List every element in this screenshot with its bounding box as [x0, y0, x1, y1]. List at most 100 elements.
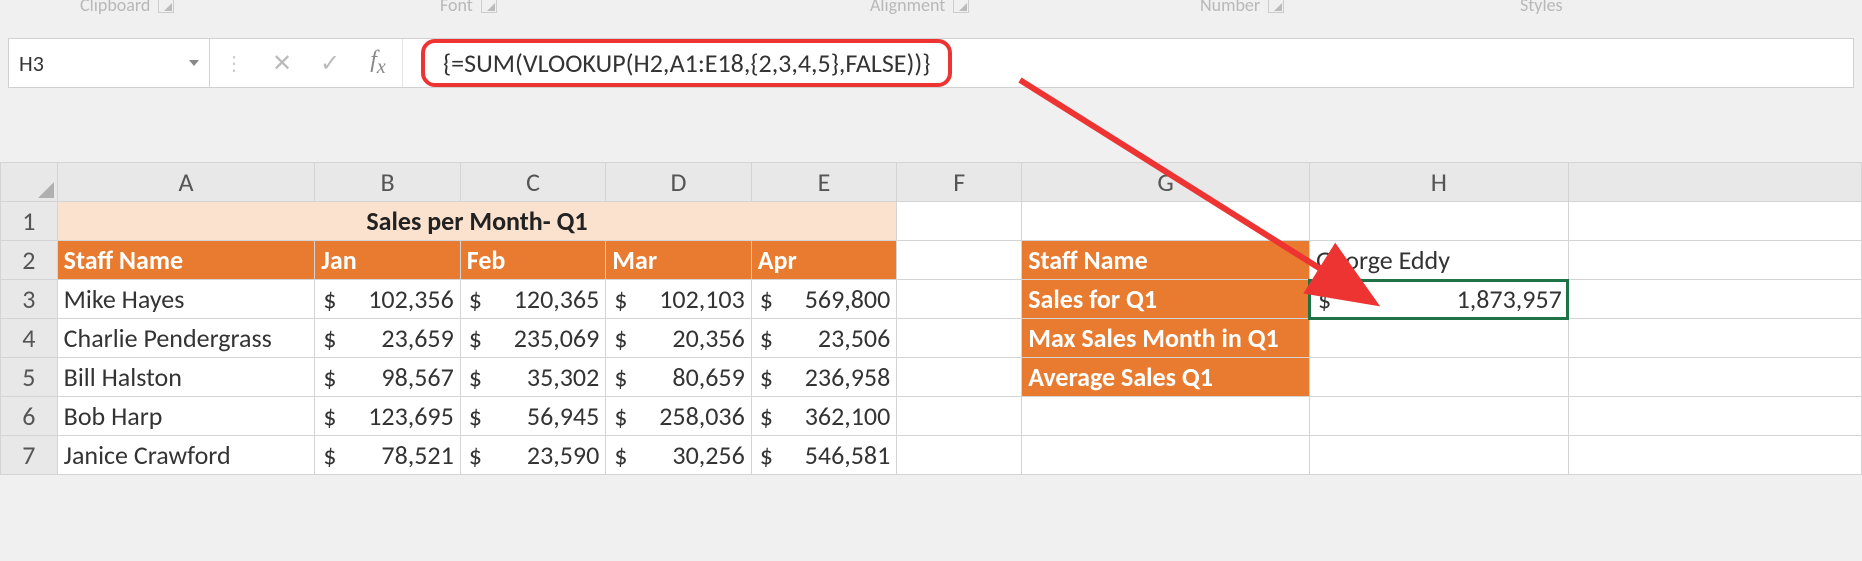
cell-b6[interactable]: $123,695	[315, 397, 461, 436]
cell-g7[interactable]	[1022, 436, 1310, 475]
row-header-3[interactable]: 3	[1, 280, 58, 319]
col-header-g[interactable]: G	[1022, 163, 1310, 202]
cell-e3[interactable]: $569,800	[751, 280, 897, 319]
cell-d4[interactable]: $20,356	[606, 319, 752, 358]
ribbon-group-labels: Clipboard Font Alignment Number Styles	[0, 0, 1862, 16]
col-header-h[interactable]: H	[1309, 163, 1568, 202]
column-header-row: A B C D E F G H	[1, 163, 1862, 202]
col-header-d[interactable]: D	[606, 163, 752, 202]
row-header-5[interactable]: 5	[1, 358, 58, 397]
cell-e7[interactable]: $546,581	[751, 436, 897, 475]
cell-f7[interactable]	[897, 436, 1022, 475]
col-header-c[interactable]: C	[460, 163, 606, 202]
cell-h2[interactable]: George Eddy	[1309, 241, 1568, 280]
cell-d6[interactable]: $258,036	[606, 397, 752, 436]
row-7: 7 Janice Crawford $78,521 $23,590 $30,25…	[1, 436, 1862, 475]
row-header-7[interactable]: 7	[1, 436, 58, 475]
cell-d3[interactable]: $102,103	[606, 280, 752, 319]
cell-i3[interactable]	[1568, 280, 1861, 319]
name-box-value: H3	[19, 50, 44, 77]
cell-i1[interactable]	[1568, 202, 1861, 241]
col-header-blank[interactable]	[1568, 163, 1861, 202]
row-header-4[interactable]: 4	[1, 319, 58, 358]
row-header-2[interactable]: 2	[1, 241, 58, 280]
cell-c5[interactable]: $35,302	[460, 358, 606, 397]
col-header-b[interactable]: B	[315, 163, 461, 202]
formula-bar: H3 ⋮ ✕ ✓ fx {=SUM(VLOOKUP(H2,A1:E18,{2,3…	[8, 38, 1854, 88]
select-all-corner[interactable]	[1, 163, 58, 202]
cell-a3[interactable]: Mike Hayes	[57, 280, 315, 319]
cell-h5[interactable]	[1309, 358, 1568, 397]
cell-e6[interactable]: $362,100	[751, 397, 897, 436]
right-header-sales-q1[interactable]: Sales for Q1	[1022, 280, 1310, 319]
cell-b5[interactable]: $98,567	[315, 358, 461, 397]
row-2: 2 Staff Name Jan Feb Mar Apr Staff Name …	[1, 241, 1862, 280]
right-header-max[interactable]: Max Sales Month in Q1	[1022, 319, 1310, 358]
col-header-f[interactable]: F	[897, 163, 1022, 202]
cancel-icon[interactable]: ✕	[258, 39, 306, 87]
col-header-e[interactable]: E	[751, 163, 897, 202]
row-header-1[interactable]: 1	[1, 202, 58, 241]
spreadsheet-grid[interactable]: A B C D E F G H 1 Sales per Month- Q1 2 …	[0, 162, 1862, 475]
cell-c7[interactable]: $23,590	[460, 436, 606, 475]
cell-a6[interactable]: Bob Harp	[57, 397, 315, 436]
header-jan[interactable]: Jan	[315, 241, 461, 280]
cell-h6[interactable]	[1309, 397, 1568, 436]
cell-a5[interactable]: Bill Halston	[57, 358, 315, 397]
title-cell[interactable]: Sales per Month- Q1	[57, 202, 897, 241]
name-box[interactable]: H3	[9, 39, 210, 87]
header-feb[interactable]: Feb	[460, 241, 606, 280]
row-4: 4 Charlie Pendergrass $23,659 $235,069 $…	[1, 319, 1862, 358]
cell-f5[interactable]	[897, 358, 1022, 397]
cell-h1[interactable]	[1309, 202, 1568, 241]
row-1: 1 Sales per Month- Q1	[1, 202, 1862, 241]
cell-g6[interactable]	[1022, 397, 1310, 436]
dialog-launcher-icon[interactable]	[953, 0, 969, 13]
cell-h4[interactable]	[1309, 319, 1568, 358]
cell-h3-active[interactable]: $1,873,957	[1309, 280, 1568, 319]
cell-e4[interactable]: $23,506	[751, 319, 897, 358]
cell-f1[interactable]	[897, 202, 1022, 241]
fx-icon[interactable]: fx	[354, 39, 403, 87]
cell-a7[interactable]: Janice Crawford	[57, 436, 315, 475]
cell-a4[interactable]: Charlie Pendergrass	[57, 319, 315, 358]
cell-g1[interactable]	[1022, 202, 1310, 241]
enter-icon[interactable]: ✓	[306, 39, 354, 87]
row-header-6[interactable]: 6	[1, 397, 58, 436]
dialog-launcher-icon[interactable]	[481, 0, 497, 13]
cell-f2[interactable]	[897, 241, 1022, 280]
cell-e5[interactable]: $236,958	[751, 358, 897, 397]
options-icon[interactable]: ⋮	[210, 39, 258, 87]
cell-i7[interactable]	[1568, 436, 1861, 475]
row-5: 5 Bill Halston $98,567 $35,302 $80,659 $…	[1, 358, 1862, 397]
cell-f6[interactable]	[897, 397, 1022, 436]
right-header-avg[interactable]: Average Sales Q1	[1022, 358, 1310, 397]
cell-c4[interactable]: $235,069	[460, 319, 606, 358]
formula-input[interactable]: {=SUM(VLOOKUP(H2,A1:E18,{2,3,4,5},FALSE)…	[403, 39, 1853, 87]
cell-f3[interactable]	[897, 280, 1022, 319]
cell-b4[interactable]: $23,659	[315, 319, 461, 358]
cell-i6[interactable]	[1568, 397, 1861, 436]
cell-b7[interactable]: $78,521	[315, 436, 461, 475]
cell-b3[interactable]: $102,356	[315, 280, 461, 319]
cell-f4[interactable]	[897, 319, 1022, 358]
cell-h7[interactable]	[1309, 436, 1568, 475]
cell-i4[interactable]	[1568, 319, 1861, 358]
right-header-staff[interactable]: Staff Name	[1022, 241, 1310, 280]
header-apr[interactable]: Apr	[751, 241, 897, 280]
dropdown-icon[interactable]	[189, 60, 199, 66]
cell-c3[interactable]: $120,365	[460, 280, 606, 319]
cell-d5[interactable]: $80,659	[606, 358, 752, 397]
row-3: 3 Mike Hayes $102,356 $120,365 $102,103 …	[1, 280, 1862, 319]
col-header-a[interactable]: A	[57, 163, 315, 202]
cell-i5[interactable]	[1568, 358, 1861, 397]
cell-d7[interactable]: $30,256	[606, 436, 752, 475]
header-staff-name[interactable]: Staff Name	[57, 241, 315, 280]
formula-text: {=SUM(VLOOKUP(H2,A1:E18,{2,3,4,5},FALSE)…	[421, 39, 952, 87]
header-mar[interactable]: Mar	[606, 241, 752, 280]
cell-c6[interactable]: $56,945	[460, 397, 606, 436]
dialog-launcher-icon[interactable]	[158, 0, 174, 13]
dialog-launcher-icon[interactable]	[1268, 0, 1284, 13]
row-6: 6 Bob Harp $123,695 $56,945 $258,036 $36…	[1, 397, 1862, 436]
cell-i2[interactable]	[1568, 241, 1861, 280]
